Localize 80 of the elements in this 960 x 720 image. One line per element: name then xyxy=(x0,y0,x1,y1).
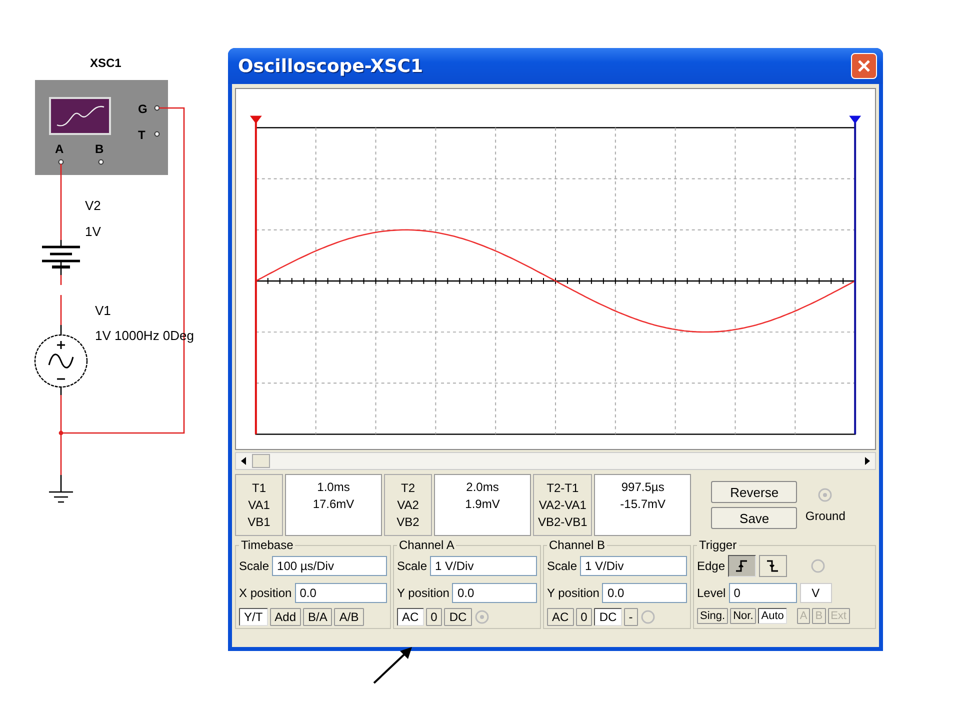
field-label: Scale xyxy=(547,559,578,573)
coupling-button[interactable]: 0 xyxy=(426,608,442,626)
close-button[interactable] xyxy=(851,53,877,79)
field-label: Y position xyxy=(547,586,600,600)
component-name: V2 xyxy=(85,198,101,213)
battery-symbol[interactable] xyxy=(40,239,82,276)
coupling-button[interactable]: AC xyxy=(547,608,574,626)
readout-value: 1.9mV xyxy=(465,496,500,513)
readout-label: T2-T1 xyxy=(546,480,579,496)
readout-label: VB1 xyxy=(248,514,270,530)
mode-button[interactable]: B/A xyxy=(303,608,332,626)
terminal-label: G xyxy=(138,102,148,116)
readout-value: 2.0ms xyxy=(466,479,499,496)
readout-label: VB2 xyxy=(396,514,420,530)
readout-value: 1.0ms xyxy=(317,479,350,496)
terminal-label: A xyxy=(55,142,64,156)
field-label: Y position xyxy=(397,586,450,600)
edge-button[interactable] xyxy=(759,555,788,577)
radio-button[interactable] xyxy=(810,558,826,574)
coupling-button[interactable]: DC xyxy=(444,608,472,626)
readout-label: VA1 xyxy=(248,496,270,514)
radio-button[interactable] xyxy=(474,609,490,625)
cursor-handle[interactable] xyxy=(250,116,262,434)
mode-button[interactable]: A/B xyxy=(334,608,364,626)
group-title: Channel A xyxy=(398,538,456,552)
cursor-handle[interactable] xyxy=(849,116,862,434)
trigger-mode-button[interactable]: Sing. xyxy=(697,608,728,624)
field-label: X position xyxy=(239,586,292,600)
oscilloscope-symbol[interactable] xyxy=(35,80,168,175)
action-button[interactable]: Reverse xyxy=(711,481,798,503)
readout-label: T2 xyxy=(400,480,415,496)
terminal-label: T xyxy=(138,128,146,142)
readout-label: VA2-VA1 xyxy=(538,496,586,514)
component-value: 1V xyxy=(85,224,101,239)
field-label: Edge xyxy=(697,559,726,573)
group-title: Timebase xyxy=(240,538,294,552)
trigger-mode-button[interactable]: Auto xyxy=(758,608,787,624)
horizontal-scrollbar[interactable] xyxy=(235,452,876,470)
edge-button[interactable] xyxy=(728,555,756,577)
readout-value: 17.6mV xyxy=(312,496,354,513)
scale-field[interactable]: 100 µs/Div xyxy=(272,556,387,576)
readout-value: -15.7mV xyxy=(620,496,666,513)
group-title: Trigger xyxy=(698,538,738,552)
coupling-button[interactable]: DC xyxy=(594,608,622,626)
falling-edge-icon xyxy=(766,559,780,573)
level-field[interactable]: 0 xyxy=(728,583,797,603)
coupling-button[interactable]: - xyxy=(624,608,638,626)
position-field[interactable]: 0.0 xyxy=(452,583,537,603)
group-title: Channel B xyxy=(548,538,606,552)
position-field[interactable]: 0.0 xyxy=(602,583,687,603)
unit-label: V xyxy=(800,583,832,603)
coupling-button[interactable]: AC xyxy=(397,608,424,626)
rising-edge-icon xyxy=(735,559,750,573)
scroll-thumb[interactable] xyxy=(252,454,270,468)
scale-field[interactable]: 1 V/Div xyxy=(580,556,687,576)
mode-button[interactable]: Y/T xyxy=(239,608,268,626)
junction-dot xyxy=(58,430,64,436)
field-label: Scale xyxy=(239,559,270,573)
field-label: Level xyxy=(697,586,726,600)
mode-button[interactable]: Add xyxy=(270,608,302,626)
action-button[interactable]: Save xyxy=(711,507,798,529)
readout-value: 997.5µs xyxy=(621,479,664,496)
trigger-mode-button[interactable]: Nor. xyxy=(730,608,756,624)
readout-label: VA2 xyxy=(397,496,419,514)
component-name: V1 xyxy=(95,303,111,318)
readout-label: T1 xyxy=(252,480,266,496)
readout-label: VB2-VB1 xyxy=(538,514,588,530)
radio-label: Ground xyxy=(805,509,846,523)
scale-field[interactable]: 1 V/Div xyxy=(430,556,537,576)
ground-symbol xyxy=(48,474,74,503)
close-icon xyxy=(857,59,871,73)
position-field[interactable]: 0.0 xyxy=(294,583,387,603)
field-label: Scale xyxy=(397,559,428,573)
radio-button[interactable] xyxy=(640,609,656,625)
coupling-button[interactable]: 0 xyxy=(576,608,592,626)
window-title: Oscilloscope-XSC1 xyxy=(238,56,423,76)
terminal-label: B xyxy=(95,142,104,156)
instrument-label: XSC1 xyxy=(90,56,122,70)
radio-button[interactable] xyxy=(817,487,834,503)
ac-source-symbol[interactable] xyxy=(34,324,88,396)
